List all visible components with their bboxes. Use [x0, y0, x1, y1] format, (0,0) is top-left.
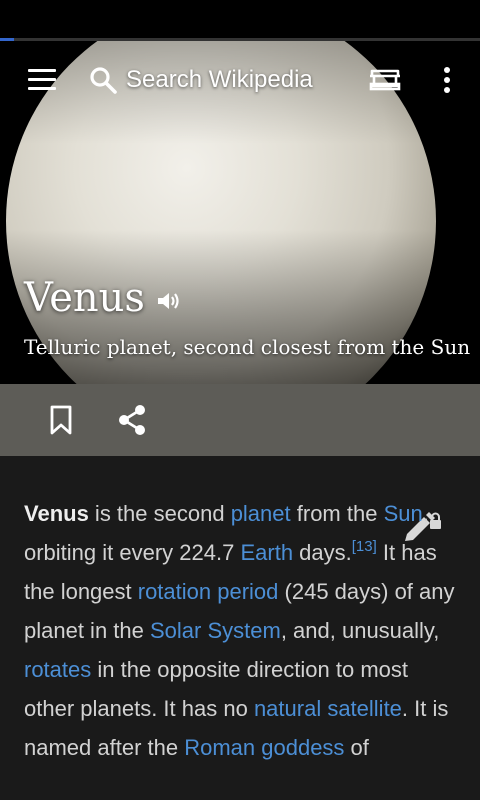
search-icon[interactable] — [88, 65, 118, 95]
menu-icon[interactable] — [28, 69, 56, 91]
citation-reference[interactable]: [13] — [352, 539, 377, 565]
article-title: Venus — [24, 275, 145, 321]
article-subject: Venus — [24, 501, 89, 526]
speaker-icon[interactable] — [156, 289, 182, 313]
bookmark-icon[interactable] — [48, 404, 74, 436]
article-link[interactable]: Earth — [240, 540, 293, 565]
top-toolbar: Search Wikipedia — [0, 41, 480, 119]
article-description: Telluric planet, second closest from the… — [24, 335, 471, 359]
share-icon[interactable] — [116, 403, 148, 437]
article-lead-paragraph: Venus is the second planet from the Sun,… — [24, 494, 456, 767]
reading-list-icon[interactable] — [368, 67, 402, 93]
article-link[interactable]: natural satellite — [254, 696, 402, 721]
status-bar — [0, 0, 480, 38]
overflow-menu-icon[interactable] — [442, 65, 452, 95]
article-link[interactable]: planet — [231, 501, 291, 526]
article-text: of — [344, 735, 369, 760]
article-link[interactable]: rotation period — [138, 579, 279, 604]
search-wikipedia-field[interactable]: Search Wikipedia — [126, 65, 313, 95]
article-link[interactable]: Roman goddess — [184, 735, 344, 760]
article-text: , and, unusually, — [280, 618, 440, 643]
article-text: from the — [290, 501, 384, 526]
article-text: is the second — [88, 501, 231, 526]
article-link[interactable]: Solar System — [150, 618, 281, 643]
article-link[interactable]: rotates — [24, 657, 91, 682]
article-link[interactable]: Sun — [384, 501, 423, 526]
article-text: days. — [293, 540, 352, 565]
